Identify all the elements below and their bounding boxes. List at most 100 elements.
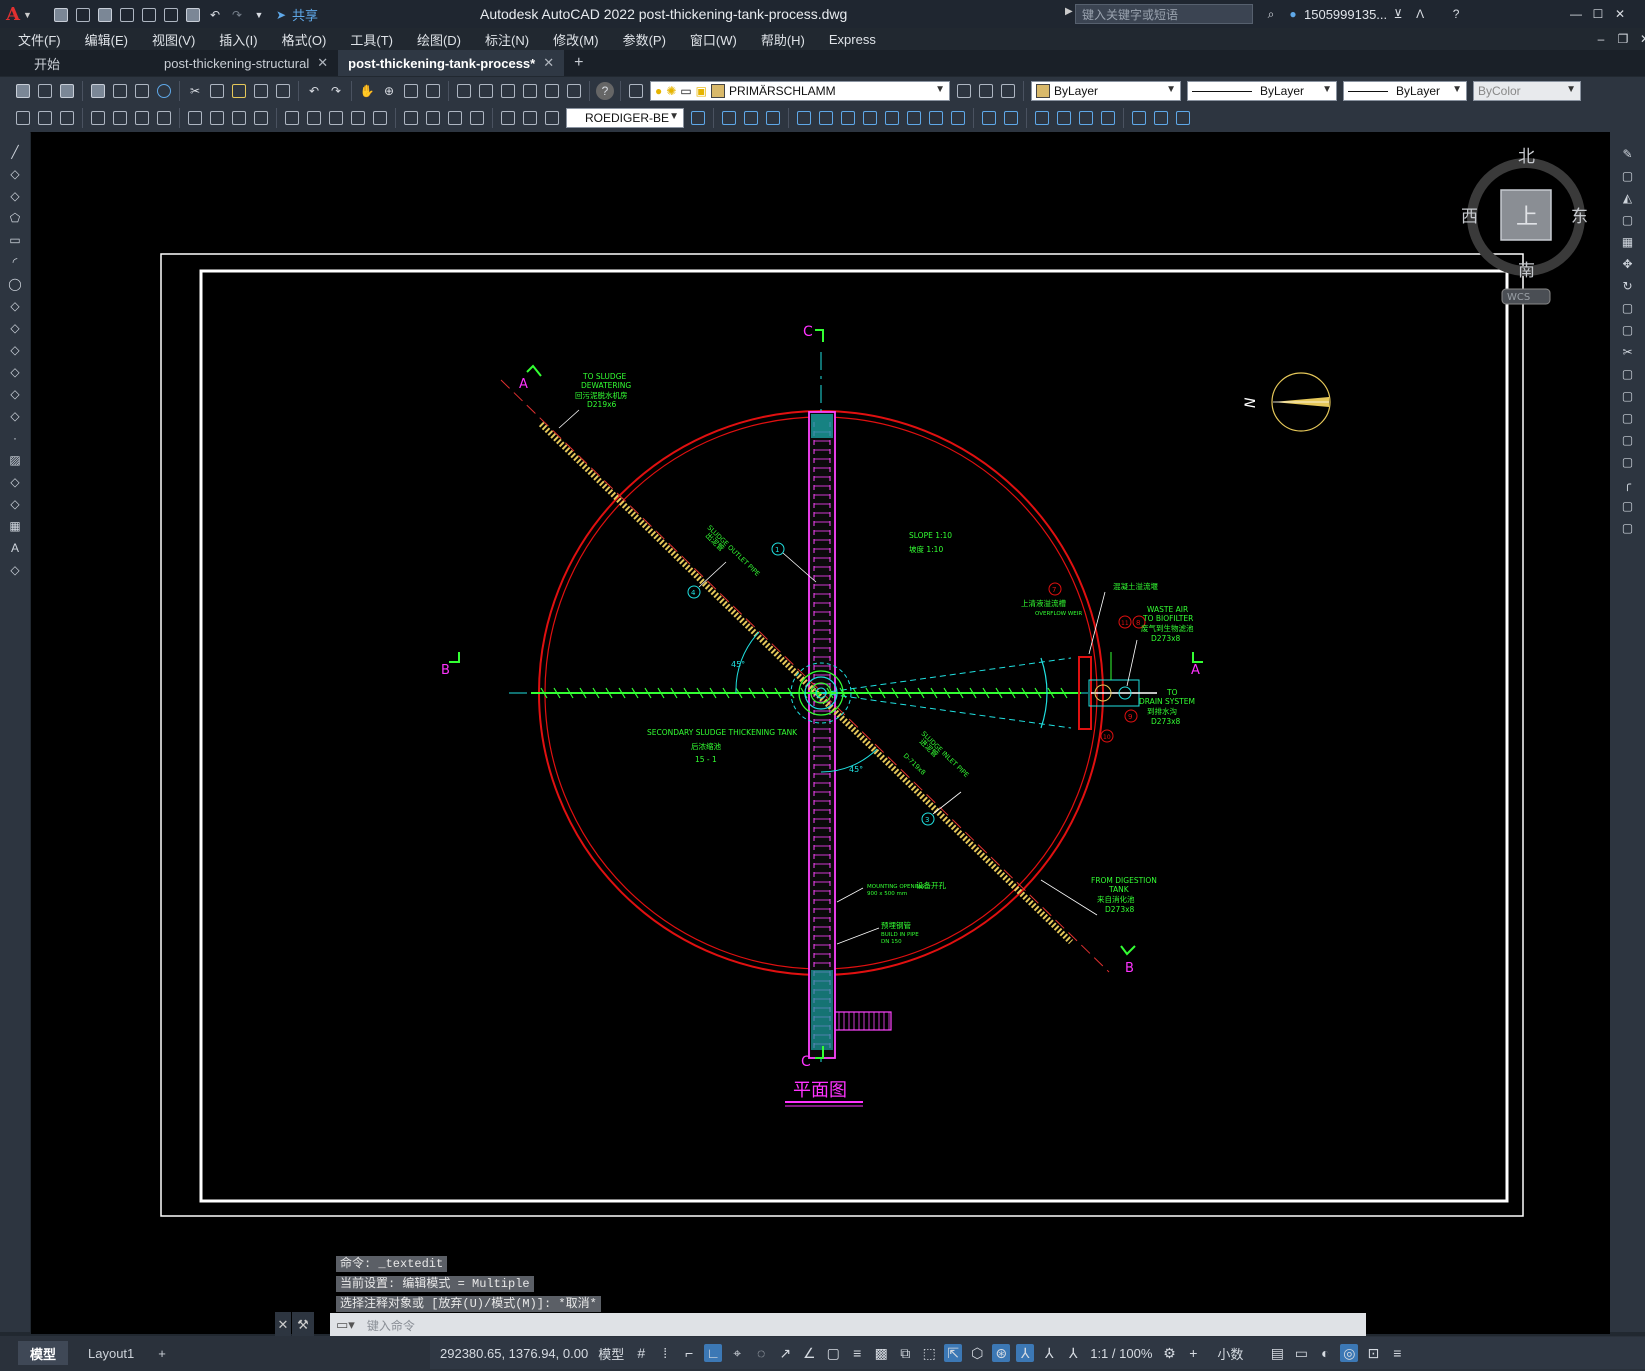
plotstyle-dropdown[interactable]: ByColor ▼ bbox=[1473, 81, 1581, 101]
dim-break-icon[interactable] bbox=[371, 109, 389, 127]
pan-icon[interactable]: ✋ bbox=[358, 82, 376, 100]
ucs-object-icon[interactable] bbox=[795, 109, 813, 127]
menu-item[interactable]: 格式(O) bbox=[270, 30, 339, 49]
line-tool-icon[interactable]: ╱ bbox=[5, 142, 25, 162]
redo-icon[interactable]: ↷ bbox=[228, 6, 246, 24]
save-icon[interactable] bbox=[58, 82, 76, 100]
move-tool-icon[interactable]: ✥ bbox=[1618, 254, 1638, 274]
plot-preview-icon[interactable] bbox=[111, 82, 129, 100]
isolate-objects-icon[interactable]: ◐ bbox=[1316, 1344, 1334, 1362]
table-tool-icon[interactable]: ▦ bbox=[5, 516, 25, 536]
menu-item[interactable]: 窗口(W) bbox=[678, 30, 749, 49]
chamfer-tool-icon[interactable]: ▢ bbox=[1618, 452, 1638, 472]
inspect-icon[interactable] bbox=[446, 109, 464, 127]
export-icon[interactable] bbox=[162, 6, 180, 24]
extend-tool-icon[interactable]: ▢ bbox=[1618, 364, 1638, 384]
dim-edit-icon[interactable] bbox=[499, 109, 517, 127]
design-center-icon[interactable] bbox=[477, 82, 495, 100]
add-selected-tool-icon[interactable]: ◇ bbox=[5, 560, 25, 580]
tolerance-icon[interactable] bbox=[402, 109, 420, 127]
close-icon[interactable]: ✕ bbox=[543, 55, 554, 71]
join-tool-icon[interactable]: ▢ bbox=[1618, 430, 1638, 450]
menu-item[interactable]: 绘图(D) bbox=[405, 30, 473, 49]
clean-screen-icon[interactable]: ⊡ bbox=[1364, 1344, 1382, 1362]
ellipse-tool-icon[interactable]: ◇ bbox=[5, 340, 25, 360]
insert-block-tool-icon[interactable]: ◇ bbox=[5, 384, 25, 404]
copy-icon[interactable] bbox=[208, 82, 226, 100]
blend-curves-tool-icon[interactable]: ▢ bbox=[1618, 496, 1638, 516]
wrench-icon[interactable]: ⚒ bbox=[292, 1312, 314, 1338]
viewcube[interactable]: 上 北 南 东 西 WCS bbox=[1461, 147, 1588, 305]
hatch-tool-icon[interactable]: ▨ bbox=[5, 450, 25, 470]
plot-icon[interactable] bbox=[89, 82, 107, 100]
viewport-1-icon[interactable] bbox=[1033, 109, 1051, 127]
match-properties-icon[interactable] bbox=[252, 82, 270, 100]
lights-icon[interactable] bbox=[1152, 109, 1170, 127]
customization-icon[interactable]: ≡ bbox=[1388, 1344, 1406, 1362]
units-value[interactable]: 小数 bbox=[1217, 1344, 1243, 1363]
drawing-canvas[interactable]: 45° 45° C C A B A B 1 3 4 7 8 9 10 11 TO… bbox=[31, 132, 1610, 1334]
point-tool-icon[interactable]: · bbox=[5, 428, 25, 448]
new-icon[interactable] bbox=[52, 6, 70, 24]
user-icon[interactable]: ● bbox=[1284, 5, 1302, 23]
object-snap-tracking-icon[interactable]: ↗ bbox=[776, 1344, 794, 1362]
array-tool-icon[interactable]: ▦ bbox=[1618, 232, 1638, 252]
ucs-x-icon[interactable] bbox=[905, 109, 923, 127]
ucs-apply-icon[interactable] bbox=[1002, 109, 1020, 127]
dimstyle-dropdown[interactable]: ROEDIGER-BE ▼ bbox=[566, 108, 684, 128]
print-icon[interactable] bbox=[184, 6, 202, 24]
ucs-zaxis-icon[interactable] bbox=[861, 109, 879, 127]
2d-osnap-icon[interactable]: ▢ bbox=[824, 1344, 842, 1362]
polyline-tool-icon[interactable]: ◇ bbox=[5, 186, 25, 206]
publish-icon[interactable] bbox=[133, 82, 151, 100]
isodraft-icon[interactable]: ◌ bbox=[752, 1344, 770, 1362]
block-editor-icon[interactable] bbox=[274, 82, 292, 100]
help-icon[interactable]: ? bbox=[596, 82, 614, 100]
materials-icon[interactable] bbox=[1174, 109, 1192, 127]
region-tool-icon[interactable]: ◇ bbox=[5, 494, 25, 514]
menu-item[interactable]: 视图(V) bbox=[140, 30, 207, 49]
lineweight-dropdown[interactable]: ByLayer ▼ bbox=[1343, 81, 1467, 101]
named-ucs-icon[interactable] bbox=[980, 109, 998, 127]
open-icon[interactable] bbox=[36, 82, 54, 100]
ucs-previous-icon[interactable] bbox=[742, 109, 760, 127]
tab-layout1[interactable]: Layout1 bbox=[76, 1341, 146, 1365]
command-input[interactable]: ▭▾ 键入命令 bbox=[330, 1313, 1366, 1337]
quick-dim-icon[interactable] bbox=[283, 109, 301, 127]
baseline-dim-icon[interactable] bbox=[305, 109, 323, 127]
menu-item[interactable]: 修改(M) bbox=[541, 30, 611, 49]
zoom-window-icon[interactable] bbox=[402, 82, 420, 100]
help-icon[interactable]: ? bbox=[1447, 5, 1465, 23]
paste-icon[interactable] bbox=[230, 82, 248, 100]
infer-icon[interactable]: ⌐ bbox=[680, 1344, 698, 1362]
share-label[interactable]: 共享 bbox=[292, 5, 318, 24]
redo-icon[interactable]: ↷ bbox=[327, 82, 345, 100]
layer-dropdown[interactable]: ● ✺ ▭ ▣ PRIMÄRSCHLAMM ▼ bbox=[650, 81, 950, 101]
arc-length-dim-icon[interactable] bbox=[133, 109, 151, 127]
menu-item[interactable]: 文件(F) bbox=[6, 30, 73, 49]
annotation-monitor-icon[interactable]: + bbox=[1184, 1344, 1202, 1362]
construction-line-tool-icon[interactable]: ◇ bbox=[5, 164, 25, 184]
ucs-z-icon[interactable] bbox=[949, 109, 967, 127]
workspace-gear-icon[interactable]: ⚙ bbox=[1160, 1344, 1178, 1362]
stretch-tool-icon[interactable]: ▢ bbox=[1618, 320, 1638, 340]
viewport-2-icon[interactable] bbox=[1055, 109, 1073, 127]
viewport-scale-icon[interactable] bbox=[1099, 109, 1117, 127]
radius-dim-icon[interactable] bbox=[186, 109, 204, 127]
ucs-view-icon[interactable] bbox=[817, 109, 835, 127]
doc-restore-button[interactable]: ❐ bbox=[1614, 30, 1632, 48]
search-icon[interactable]: ⌕ bbox=[1262, 5, 1280, 23]
explode-tool-icon[interactable]: ▢ bbox=[1618, 518, 1638, 538]
circle-tool-icon[interactable]: ◯ bbox=[5, 274, 25, 294]
jogged-dim-icon[interactable] bbox=[208, 109, 226, 127]
dimstyle-manager-icon[interactable] bbox=[689, 109, 707, 127]
offset-tool-icon[interactable]: ▢ bbox=[1618, 210, 1638, 230]
center-mark-icon[interactable] bbox=[424, 109, 442, 127]
quick-properties-icon[interactable]: ▤ bbox=[1268, 1344, 1286, 1362]
ucs-origin-icon[interactable] bbox=[839, 109, 857, 127]
share-icon[interactable]: ➤ bbox=[272, 6, 290, 24]
ucs-y-icon[interactable] bbox=[927, 109, 945, 127]
lineweight-icon[interactable]: ≡ bbox=[848, 1344, 866, 1362]
polar-icon[interactable]: ⌖ bbox=[728, 1344, 746, 1362]
coordinates-readout[interactable]: 292380.65, 1376.94, 0.00 bbox=[440, 1346, 588, 1361]
